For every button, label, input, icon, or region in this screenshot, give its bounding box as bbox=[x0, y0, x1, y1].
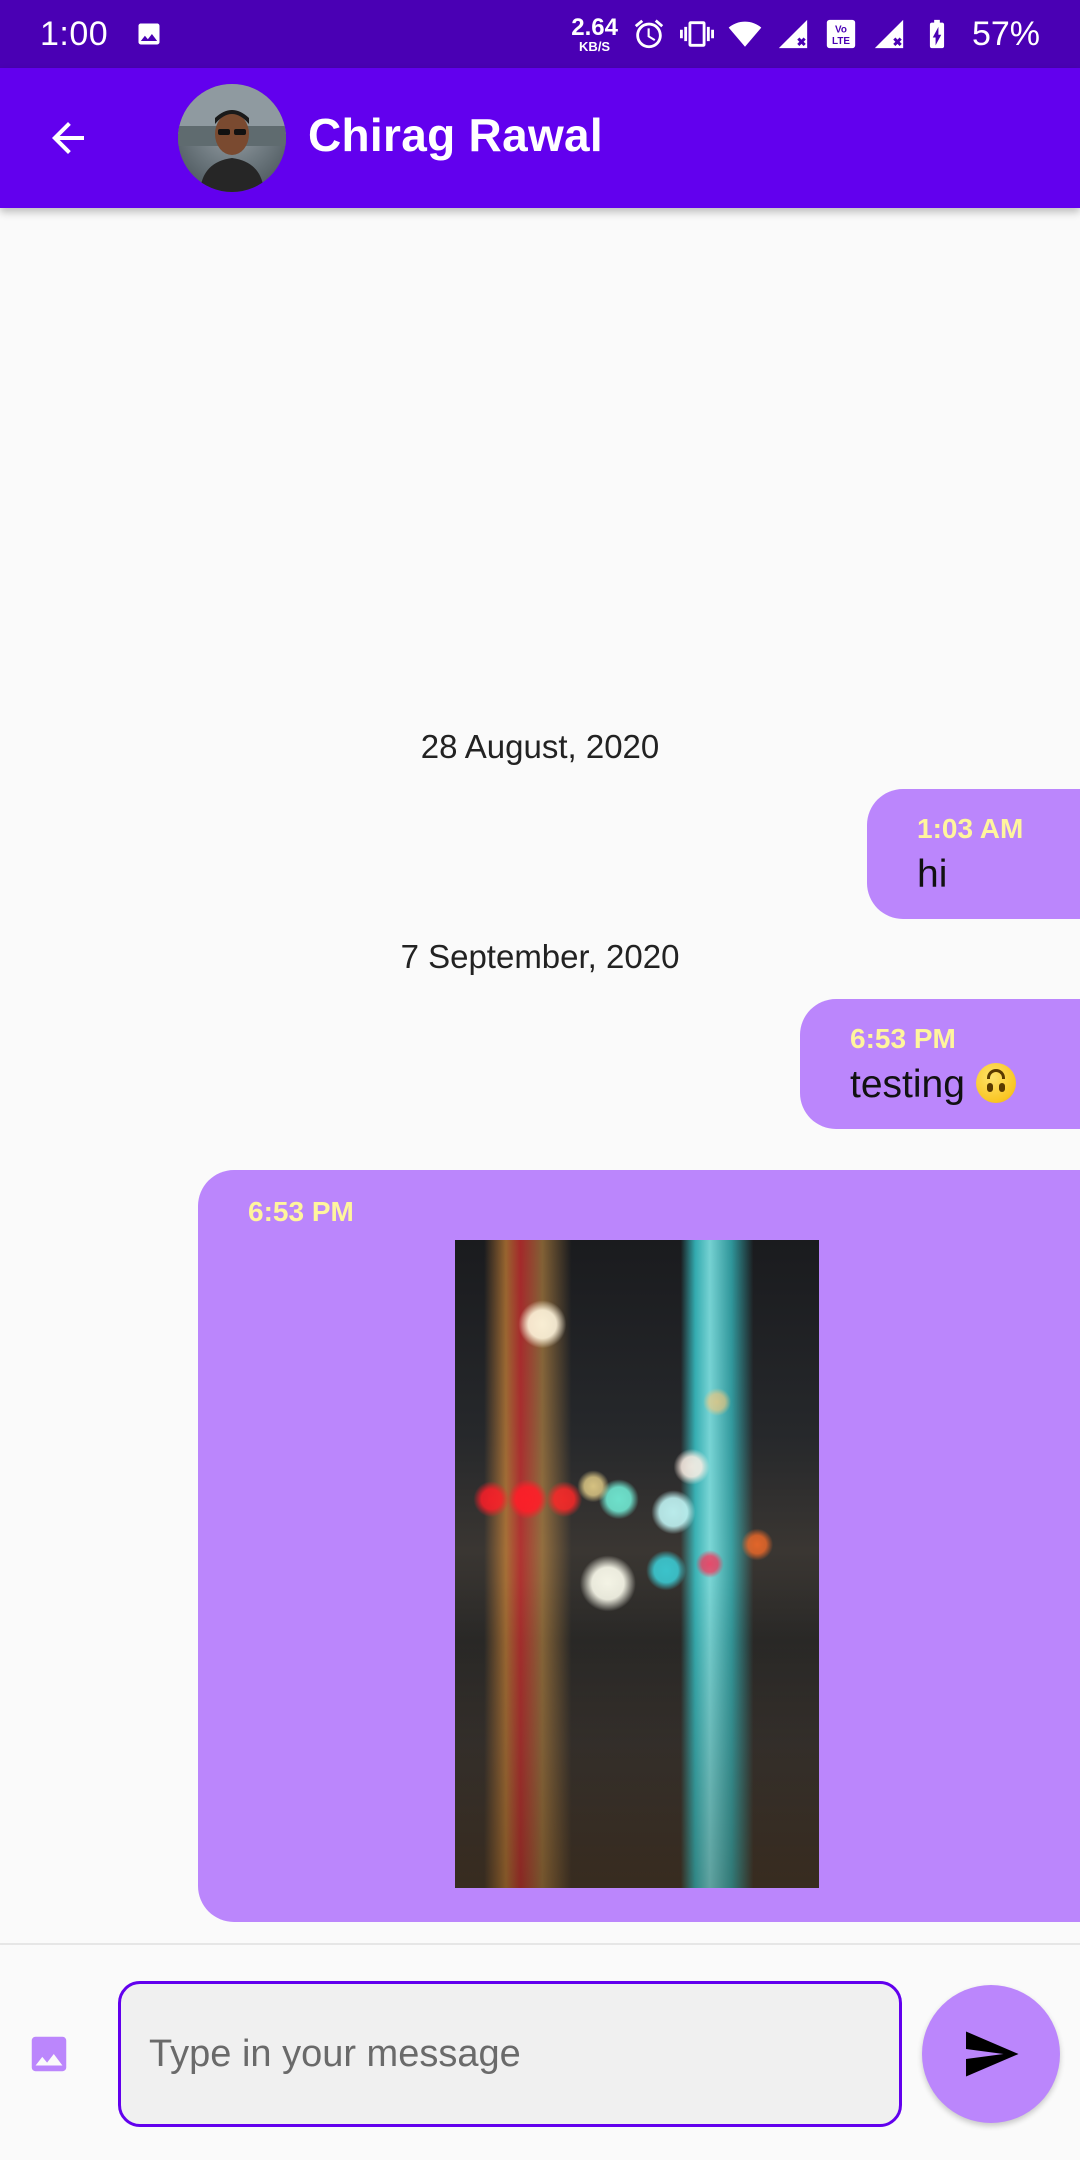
image-icon bbox=[138, 23, 160, 45]
send-button[interactable] bbox=[922, 1985, 1060, 2123]
signal-icon bbox=[874, 19, 904, 49]
date-separator: 7 September, 2020 bbox=[400, 938, 680, 975]
network-speed: 2.64 KB/S bbox=[571, 13, 618, 54]
status-icons: 2.64 KB/S Vo LTE 57% bbox=[571, 15, 1040, 54]
message-input[interactable] bbox=[118, 1981, 902, 2127]
network-speed-unit: KB/S bbox=[579, 38, 611, 54]
attach-image-button[interactable] bbox=[26, 2031, 72, 2077]
arrow-back-icon bbox=[52, 122, 84, 154]
message-bubble[interactable]: 1:03 AM hi bbox=[867, 789, 1080, 919]
back-button[interactable] bbox=[40, 110, 96, 166]
chat-messages[interactable]: 28 August, 2020 1:03 AM hi 7 September, … bbox=[0, 208, 1080, 1943]
date-separator: 28 August, 2020 bbox=[420, 728, 660, 765]
signal-icon bbox=[778, 19, 808, 49]
message-bubble[interactable]: 6:53 PM testing bbox=[800, 999, 1080, 1129]
svg-text:Vo: Vo bbox=[835, 25, 847, 36]
network-speed-value: 2.64 bbox=[571, 13, 618, 41]
message-text: hi bbox=[917, 853, 948, 896]
contact-avatar[interactable] bbox=[178, 84, 286, 192]
image-message-bubble[interactable]: 6:53 PM bbox=[198, 1170, 1080, 1922]
contact-name[interactable]: Chirag Rawal bbox=[308, 108, 603, 162]
message-composer bbox=[0, 1943, 1080, 2160]
app-bar: Chirag Rawal bbox=[0, 68, 1080, 208]
image-icon bbox=[31, 2036, 67, 2072]
status-time: 1:00 bbox=[40, 14, 109, 53]
message-text: testing bbox=[850, 1063, 965, 1106]
send-icon bbox=[966, 2031, 1019, 2077]
message-time: 1:03 AM bbox=[917, 813, 1024, 844]
vibrate-icon bbox=[679, 21, 714, 47]
wifi-icon bbox=[728, 21, 762, 47]
status-bar: 1:00 2.64 KB/S Vo LTE 57% bbox=[0, 0, 1080, 68]
message-time: 6:53 PM bbox=[248, 1196, 354, 1227]
message-text-line: testing bbox=[850, 1063, 1016, 1107]
battery-percentage: 57% bbox=[971, 14, 1040, 53]
message-photo[interactable] bbox=[455, 1240, 819, 1888]
battery-charging-icon bbox=[929, 19, 945, 49]
avatar-photo bbox=[178, 84, 286, 192]
upside-down-face-icon bbox=[975, 1063, 1016, 1103]
message-time: 6:53 PM bbox=[850, 1023, 956, 1054]
alarm-icon bbox=[634, 19, 664, 49]
svg-text:LTE: LTE bbox=[832, 36, 850, 47]
volte-icon: Vo LTE bbox=[826, 19, 856, 49]
